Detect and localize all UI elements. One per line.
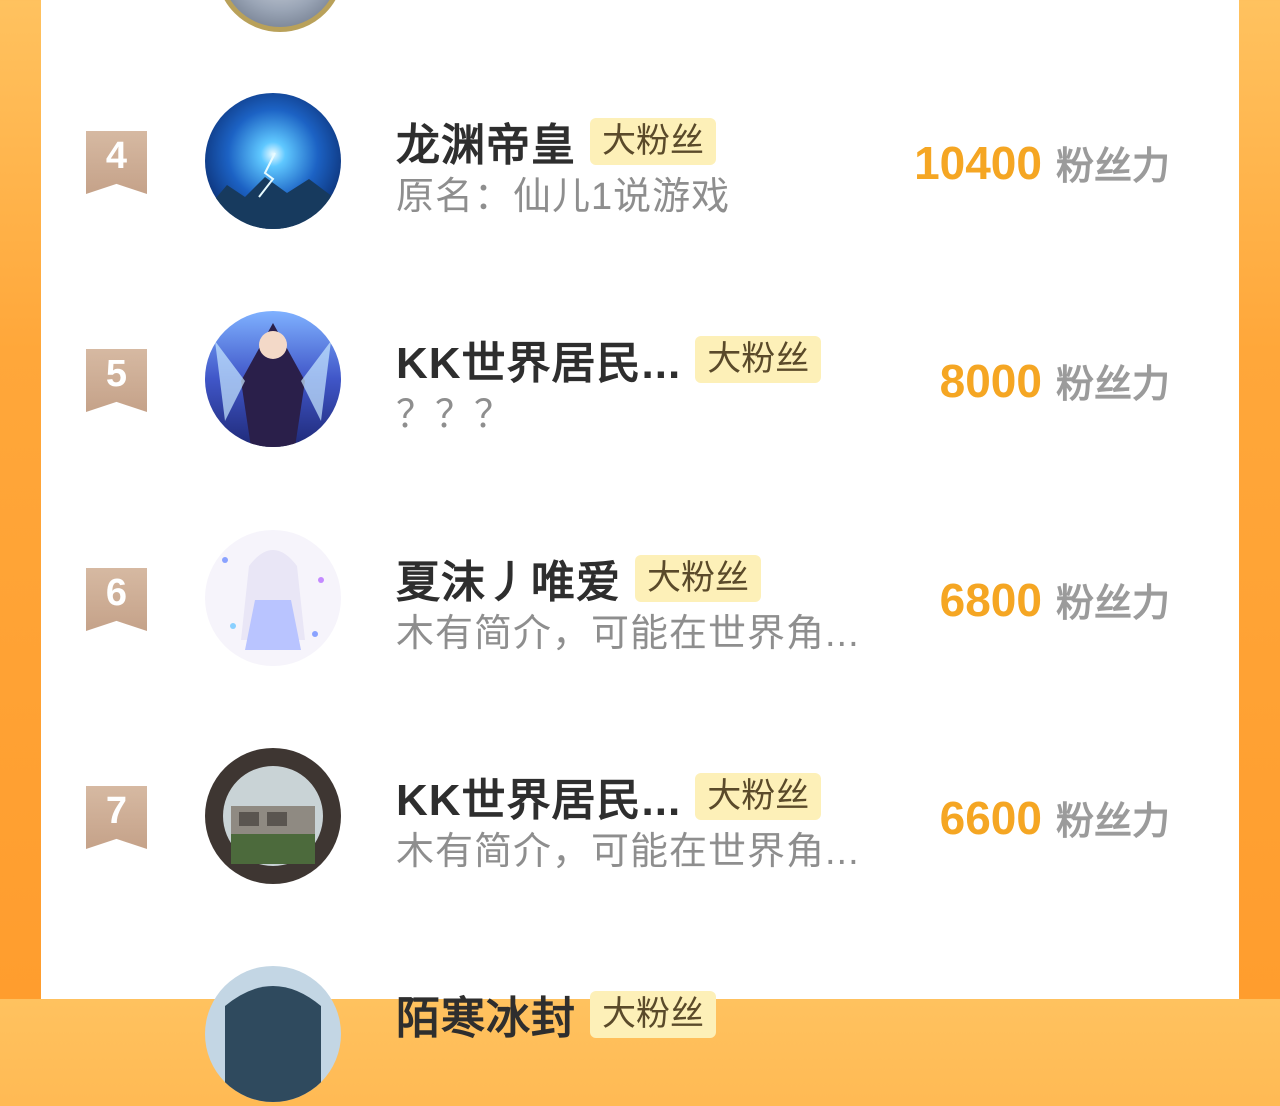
- fan-level-badge: 大粉丝: [590, 117, 716, 165]
- fan-name[interactable]: 夏沫丿唯爱: [396, 546, 621, 610]
- rank-tag: 4: [86, 131, 147, 194]
- rank-tag: 6: [86, 568, 147, 631]
- fan-row-8[interactable]: 陌寒冰封 大粉丝: [0, 966, 1280, 1106]
- avatar[interactable]: [205, 530, 341, 666]
- fan-bio: 原名：仙儿1说游戏: [396, 176, 731, 218]
- fan-bio: ？？？: [396, 394, 514, 436]
- rank-tag: 5: [86, 349, 147, 412]
- avatar[interactable]: [205, 93, 341, 229]
- rank-tag: 7: [86, 786, 147, 849]
- fan-level-badge: 大粉丝: [635, 554, 761, 602]
- score-value: 6800: [939, 574, 1042, 626]
- fan-name[interactable]: KK世界居民...: [396, 327, 681, 391]
- fan-name[interactable]: KK世界居民...: [396, 764, 681, 828]
- fan-name[interactable]: 龙渊帝皇: [396, 109, 576, 173]
- score-value: 6600: [939, 792, 1042, 844]
- fan-row-5[interactable]: 5 KK世界居民... 大粉丝 ？？？ 8000 粉丝力: [0, 311, 1280, 451]
- avatar[interactable]: [205, 748, 341, 884]
- fan-level-badge: 大粉丝: [695, 772, 822, 820]
- fan-level-badge: 大粉丝: [695, 335, 822, 383]
- avatar[interactable]: [205, 311, 341, 447]
- score-unit: 粉丝力: [1055, 364, 1170, 406]
- fan-row-4[interactable]: 4 龙渊帝皇 大粉丝 原名：仙儿1说游戏 10400 粉丝力: [0, 93, 1280, 233]
- fan-level-badge: 大粉丝: [590, 990, 716, 1038]
- score-unit: 粉丝力: [1055, 146, 1170, 188]
- fan-bio: 木有简介，可能在世界角...: [396, 613, 860, 655]
- fan-row-7[interactable]: 7 KK世界居民... 大粉丝 木有简介，可能在世界角... 6600 粉丝力: [0, 748, 1280, 888]
- fan-score: 6800 粉丝力: [940, 572, 1170, 627]
- fan-name[interactable]: 陌寒冰封: [396, 982, 576, 1046]
- score-value: 8000: [939, 355, 1042, 407]
- fan-row-6[interactable]: 6 夏沫丿唯爱 大粉丝 木有简介，可能在世界角... 6800 粉丝力: [0, 530, 1280, 670]
- score-value: 10400: [914, 137, 1042, 189]
- avatar[interactable]: [205, 966, 341, 1102]
- fan-score: 10400 粉丝力: [914, 135, 1170, 190]
- fan-bio: 木有简介，可能在世界角...: [396, 831, 860, 873]
- fan-score: 8000 粉丝力: [940, 353, 1170, 408]
- score-unit: 粉丝力: [1055, 583, 1170, 625]
- score-unit: 粉丝力: [1055, 801, 1170, 843]
- fan-score: 6600 粉丝力: [940, 790, 1170, 845]
